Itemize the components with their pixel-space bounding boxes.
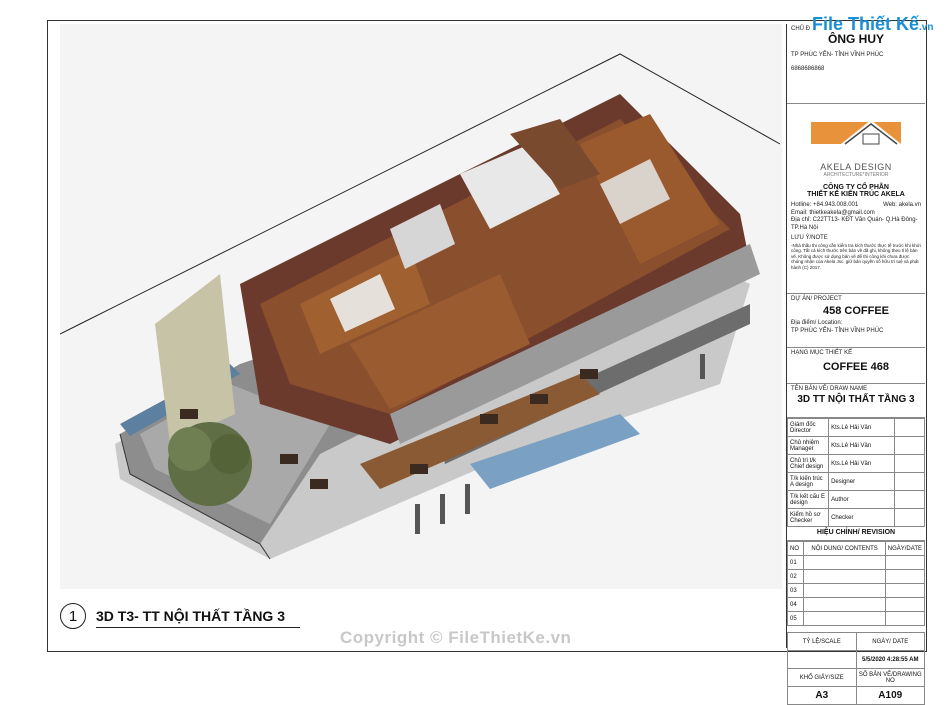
table-row: 03: [786, 583, 926, 598]
table-row: NO NỘI DUNG/ CONTENTS NGÀY/DATE: [786, 541, 926, 556]
caption-number: 1: [60, 603, 86, 629]
drawname-label: TÊN BẢN VẼ/ DRAW NAME: [791, 386, 868, 392]
table-row: TỶ LỆ/SCALE NGÀY/ DATE: [787, 632, 925, 651]
logo-text: AKELA DESIGN: [820, 162, 892, 172]
drawing-viewport: [60, 24, 782, 589]
note-text: -Nhà thầu thi công cần kiểm tra kích thư…: [791, 242, 921, 271]
logo-subtext: ARCHITECTURE*INTERIOR: [823, 172, 889, 178]
sheet-info-table: TỶ LỆ/SCALE NGÀY/ DATE 5/5/2020 4:28:55 …: [787, 632, 925, 705]
location: TP PHÚC YÊN- TỈNH VĨNH PHÚC: [791, 327, 884, 334]
revision-table: NO NỘI DUNG/ CONTENTS NGÀY/DATE 01 02 03…: [786, 541, 926, 626]
caption-title: 3D T3- TT NỘI THẤT TẦNG 3: [96, 608, 285, 624]
category-section: HẠNG MỤC THIẾT KẾ COFFEE 468: [787, 348, 925, 384]
email: Email: thietkeakela@gmail.com: [791, 209, 875, 216]
company-address: Địa chỉ: C22TT13- KĐT Văn Quán- Q.Hà Đôn…: [791, 217, 918, 231]
roles-table: Giám đốc Director Kts.Lê Hải Vân Chủ nhi…: [786, 418, 926, 527]
table-row: 05: [786, 611, 926, 626]
client-phone: 6868686868: [791, 65, 825, 72]
table-row: T/k kiến trúc A design Designer: [786, 472, 926, 491]
project-label: DỰ ÁN/ PROJECT: [791, 296, 842, 302]
table-row: A3 A109: [787, 686, 925, 705]
client-name: ÔNG HUY: [827, 32, 884, 46]
caption-underline: [96, 627, 300, 628]
project-name: 458 COFFEE: [822, 305, 890, 317]
table-row: Giám đốc Director Kts.Lê Hải Vân: [786, 418, 926, 437]
company-line2: THIẾT KẾ KIẾN TRÚC AKELA: [807, 191, 905, 198]
drawing-caption: 1 3D T3- TT NỘI THẤT TẦNG 3: [60, 596, 300, 636]
website: Web: akela.vn: [883, 202, 921, 208]
table-row: T/k kết cấu E design Author: [786, 490, 926, 509]
project-section: DỰ ÁN/ PROJECT 458 COFFEE Địa điểm/ Loca…: [787, 294, 925, 348]
note-label: LƯU Ý/NOTE: [791, 235, 828, 241]
paper-size: A3: [787, 686, 857, 705]
date-value: 5/5/2020 4:28:55 AM: [855, 650, 925, 669]
table-row: Chủ nhiệm Manager Kts.Lê Hải Vân: [786, 436, 926, 455]
category-label: HẠNG MỤC THIẾT KẾ: [791, 350, 853, 356]
table-row: 5/5/2020 4:28:55 AM: [787, 650, 925, 669]
floor-plan-render: [60, 24, 782, 589]
client-address: TP PHÚC YÊN- TỈNH VĨNH PHÚC: [791, 52, 884, 58]
table-row: 01: [786, 555, 926, 570]
category: COFFEE 468: [822, 361, 890, 373]
drawname-section: TÊN BẢN VẼ/ DRAW NAME 3D TT NỘI THẤT TẦN…: [787, 384, 925, 418]
location-label: Địa điểm/ Location:: [791, 320, 843, 326]
revision-title: HIỆU CHỈNH/ REVISION: [787, 527, 925, 541]
akela-logo-icon: [791, 112, 921, 162]
table-row: 02: [786, 569, 926, 584]
company-section: AKELA DESIGN ARCHITECTURE*INTERIOR CÔNG …: [787, 104, 925, 294]
table-row: KHỔ GIẤY/SIZE SỐ BẢN VẼ/DRAWING NO: [787, 668, 925, 687]
table-row: Kiểm hồ sơ Checker Checker: [786, 508, 926, 527]
hotline: Hotline: +84.943.008.001: [791, 202, 859, 208]
company-line1: CÔNG TY CỔ PHẦN: [823, 184, 889, 191]
table-row: Chủ trì t/k Chief design Kts.Lê Hải Vân: [786, 454, 926, 473]
drawing-number: A109: [855, 686, 925, 705]
drawname: 3D TT NỘI THẤT TẦNG 3: [797, 394, 915, 405]
table-row: 04: [786, 597, 926, 612]
title-block: CHỦ Đ ÔNG HUY TP PHÚC YÊN- TỈNH VĨNH PHÚ…: [786, 24, 926, 705]
watermark: Copyright © FileThietKe.vn: [340, 628, 572, 647]
client-section: CHỦ Đ ÔNG HUY TP PHÚC YÊN- TỈNH VĨNH PHÚ…: [787, 24, 925, 104]
